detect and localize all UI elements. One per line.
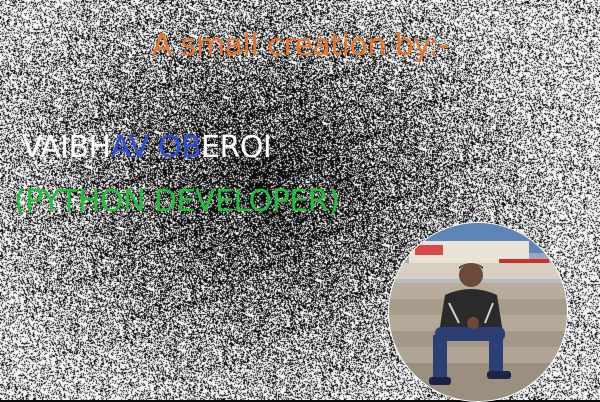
developer-name: VAIBHAV OBEROI — [22, 130, 272, 165]
developer-role: (PYTHON DEVELOPER) — [14, 184, 340, 219]
name-part-4: EROI — [201, 130, 272, 165]
name-part-1: VAIBH — [22, 130, 111, 165]
portrait-illustration — [389, 223, 567, 401]
name-part-2: AV — [110, 130, 150, 165]
profile-photo — [388, 222, 568, 402]
name-space — [149, 130, 158, 165]
name-part-3: OB — [157, 130, 202, 165]
tagline-text: A small creation by:- — [151, 28, 449, 63]
